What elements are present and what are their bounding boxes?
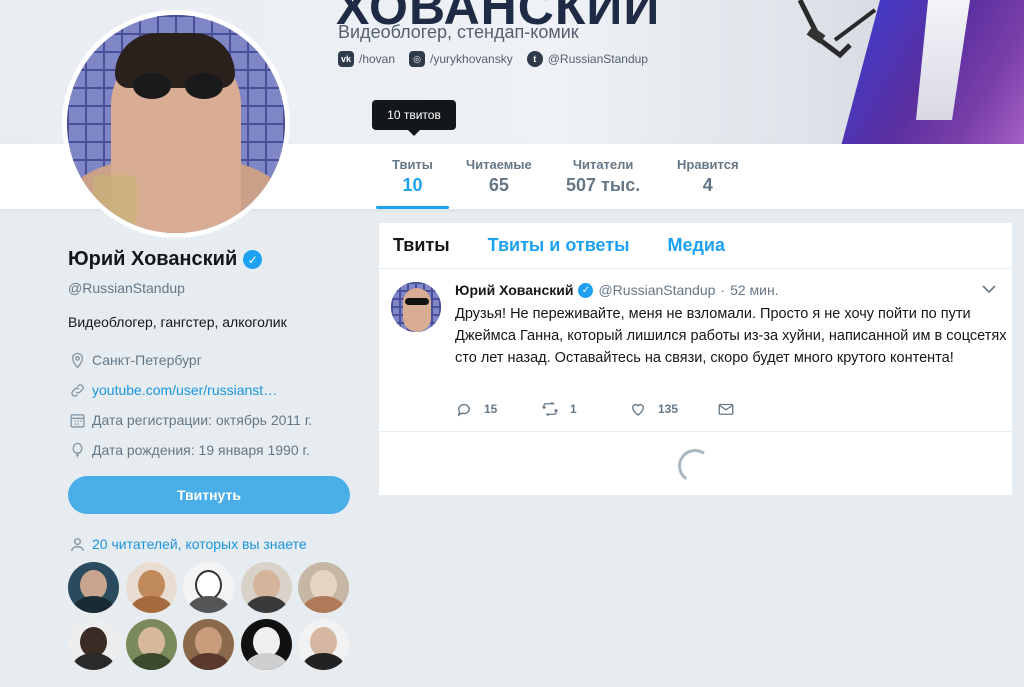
tab-tweets[interactable]: Твиты xyxy=(393,235,450,256)
profile-meta: Санкт-Петербург youtube.com/user/russian… xyxy=(68,345,358,465)
stat-label: Читаемые xyxy=(466,157,532,172)
banner-social-text: /yurykhovansky xyxy=(430,52,513,66)
banner-social-twitter: t @RussianStandup xyxy=(526,51,648,67)
verified-badge-icon: ✓ xyxy=(243,250,263,269)
follower-avatar[interactable] xyxy=(183,562,234,613)
followers-you-know[interactable]: 20 читателей, которых вы знаете xyxy=(68,535,307,553)
stat-value: 10 xyxy=(402,175,423,195)
balloon-icon xyxy=(68,441,86,459)
tweets-count-tooltip: 10 твитов xyxy=(372,100,456,136)
instagram-icon: ◎ xyxy=(409,51,426,67)
profile-joined-text: Дата регистрации: октябрь 2011 г. xyxy=(92,412,313,428)
like-button[interactable]: 135 xyxy=(629,400,717,418)
tweet-separator: · xyxy=(720,282,726,298)
retweet-button[interactable]: 1 xyxy=(541,400,629,418)
stat-value: 4 xyxy=(702,175,713,195)
followers-you-know-text: 20 читателей, которых вы знаете xyxy=(92,536,307,552)
profile-location: Санкт-Петербург xyxy=(68,345,358,375)
reply-button[interactable]: 15 xyxy=(455,400,541,418)
twitter-icon: t xyxy=(526,51,543,67)
follower-avatar[interactable] xyxy=(240,619,292,670)
profile-link[interactable]: youtube.com/user/russianst… xyxy=(92,382,277,398)
stat-label: Читатели xyxy=(572,157,634,172)
link-icon xyxy=(68,381,86,399)
follower-avatar[interactable] xyxy=(298,619,349,670)
follower-avatar[interactable] xyxy=(68,619,119,670)
profile-location-text: Санкт-Петербург xyxy=(92,352,202,368)
vk-icon: vk xyxy=(338,51,354,67)
followers-avatar-grid xyxy=(68,562,358,670)
timeline-card: Твиты Твиты и ответы Медиа Юрий Ховански… xyxy=(378,222,1013,496)
chevron-down-icon[interactable] xyxy=(982,284,996,294)
banner-subtitle: Видеоблогер, стендап-комик xyxy=(338,22,579,42)
profile-birthday-text: Дата рождения: 19 января 1990 г. xyxy=(92,442,310,458)
retweet-icon xyxy=(542,401,558,417)
profile-joined: Дата регистрации: октябрь 2011 г. xyxy=(68,405,358,435)
stat-tweets[interactable]: Твиты 10 xyxy=(376,157,449,209)
tweet-avatar-glasses xyxy=(405,298,429,305)
banner-social-vk: vk /hovan xyxy=(338,51,395,67)
calendar-icon xyxy=(68,411,86,429)
profile-handle[interactable]: @RussianStandup xyxy=(68,280,358,296)
direct-message-button[interactable] xyxy=(717,400,735,418)
person-icon xyxy=(68,535,86,553)
stat-following[interactable]: Читаемые 65 xyxy=(466,157,532,196)
stat-value: 507 тыс. xyxy=(566,175,641,195)
profile-name[interactable]: Юрий Хованский xyxy=(68,248,237,271)
tweet-actions: 15 1 135 xyxy=(455,400,735,418)
reply-count: 15 xyxy=(484,402,498,416)
tweet-item[interactable]: Юрий Хованский ✓ @RussianStandup · 52 ми… xyxy=(379,270,1012,432)
envelope-icon xyxy=(718,403,734,415)
profile-birthday: Дата рождения: 19 января 1990 г. xyxy=(68,435,358,465)
tweet-author-name[interactable]: Юрий Хованский xyxy=(455,282,573,298)
timeline-tabs: Твиты Твиты и ответы Медиа xyxy=(379,223,1012,269)
profile-bio: Видеоблогер, гангстер, алкоголик xyxy=(68,314,287,330)
follower-avatar[interactable] xyxy=(125,562,177,613)
follower-avatar[interactable] xyxy=(298,562,349,613)
profile-name-row: Юрий Хованский ✓ xyxy=(68,248,358,271)
stat-value: 65 xyxy=(488,175,509,195)
banner-social-links: vk /hovan ◎ /yurykhovansky t @RussianSta… xyxy=(338,51,656,67)
tab-media[interactable]: Медиа xyxy=(668,235,726,256)
loading-spinner-icon xyxy=(675,446,715,486)
heart-icon xyxy=(632,403,644,416)
follower-avatar[interactable] xyxy=(68,562,119,613)
follower-avatar[interactable] xyxy=(183,619,234,670)
profile-card: Юрий Хованский ✓ @RussianStandup Видеобл… xyxy=(68,248,358,465)
stat-followers[interactable]: Читатели 507 тыс. xyxy=(566,157,640,196)
avatar-image xyxy=(67,15,285,233)
like-count: 135 xyxy=(658,402,679,416)
banner-social-instagram: ◎ /yurykhovansky xyxy=(409,51,513,67)
tweet-avatar[interactable] xyxy=(391,282,441,332)
banner-figure-image xyxy=(780,0,1024,144)
retweet-count: 1 xyxy=(570,402,577,416)
tweet-to-button[interactable]: Твитнуть xyxy=(68,476,350,514)
stat-likes[interactable]: Нравится 4 xyxy=(677,157,739,196)
avatar-glass xyxy=(93,175,137,225)
verified-badge-icon: ✓ xyxy=(578,282,594,298)
tab-tweets-and-replies[interactable]: Твиты и ответы xyxy=(488,235,630,256)
banner-social-text: /hovan xyxy=(359,52,396,66)
location-pin-icon xyxy=(68,351,86,369)
stat-label: Нравится xyxy=(677,157,739,172)
stat-label: Твиты xyxy=(392,157,433,172)
profile-avatar[interactable] xyxy=(62,10,290,238)
follower-avatar[interactable] xyxy=(125,619,177,670)
tweet-timestamp[interactable]: 52 мин. xyxy=(730,282,779,298)
banner-social-text: @RussianStandup xyxy=(547,52,648,66)
reply-icon xyxy=(457,403,470,417)
tweet-avatar-face xyxy=(403,288,431,332)
follower-avatar[interactable] xyxy=(240,562,292,613)
profile-url: youtube.com/user/russianst… xyxy=(68,375,358,405)
avatar-sunglasses xyxy=(133,73,223,99)
tweet-author-handle[interactable]: @RussianStandup xyxy=(598,282,715,298)
tweet-text: Друзья! Не переживайте, меня не взломали… xyxy=(455,306,1007,366)
banner-strap xyxy=(797,0,877,59)
tweet-header: Юрий Хованский ✓ @RussianStandup · 52 ми… xyxy=(455,282,779,298)
